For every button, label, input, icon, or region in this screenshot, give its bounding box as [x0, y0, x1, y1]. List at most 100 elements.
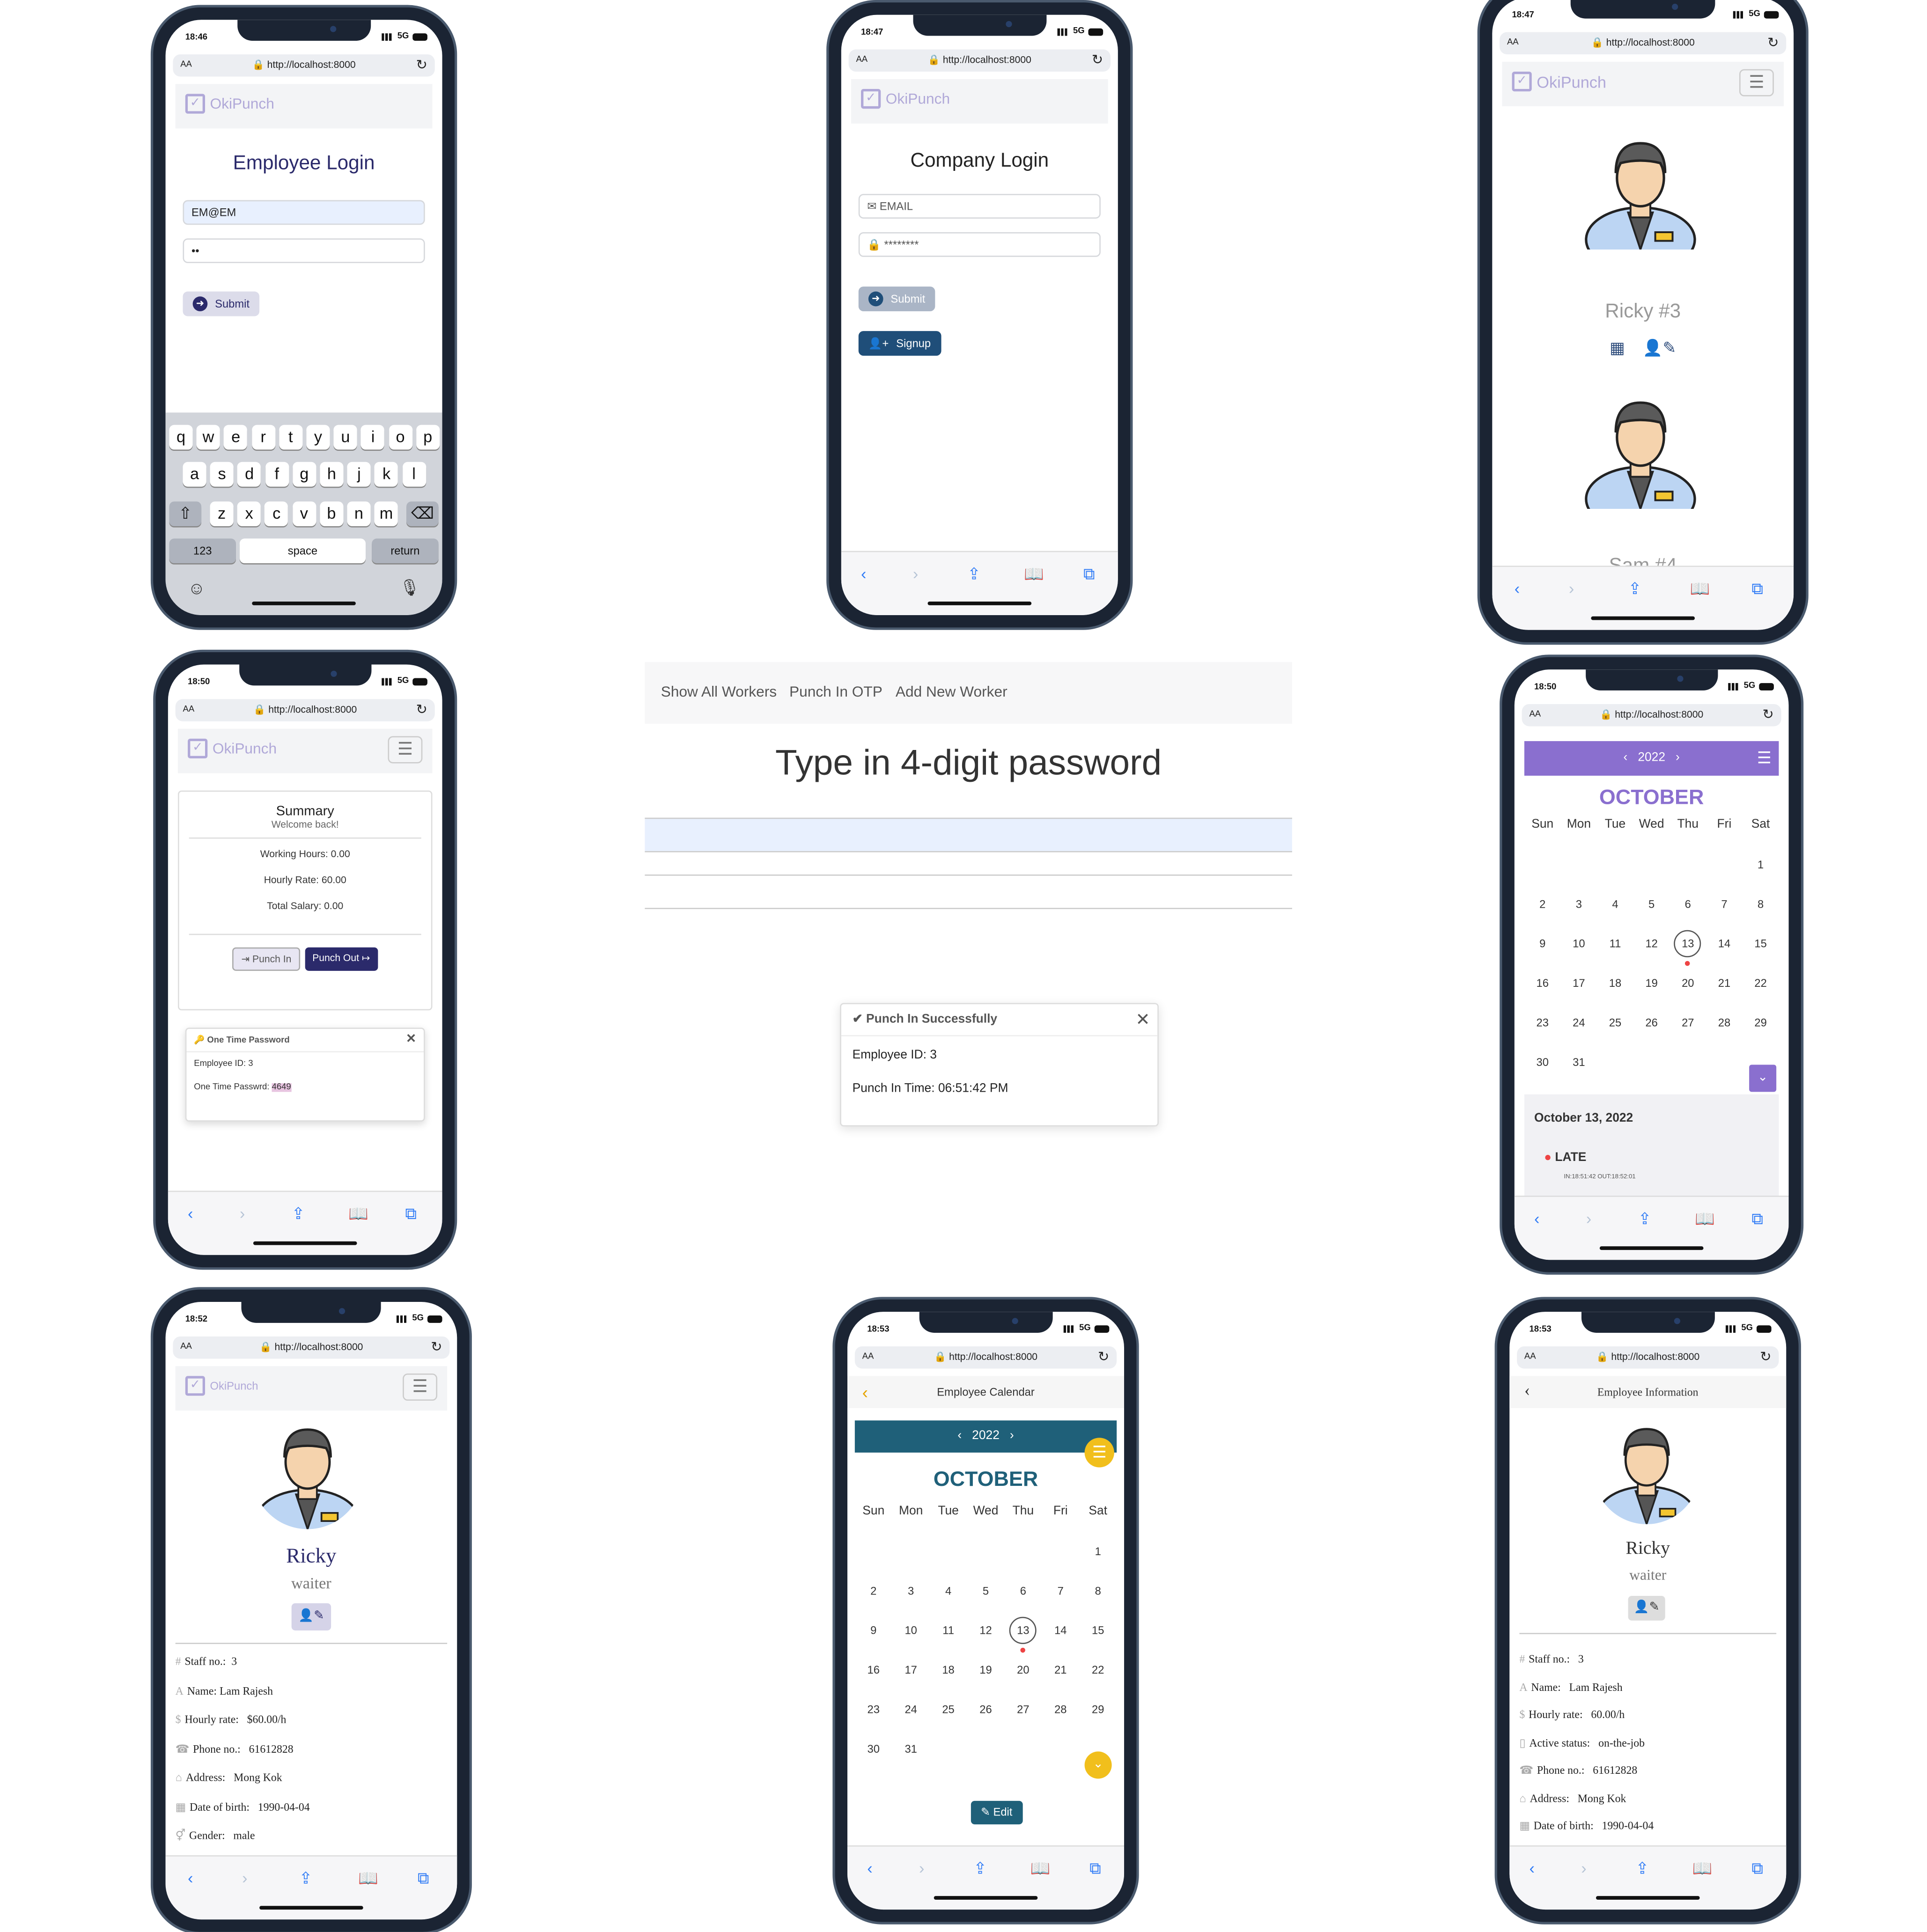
- submit-button[interactable]: ➜ Submit: [858, 286, 935, 311]
- back-icon[interactable]: ‹: [188, 1869, 193, 1888]
- forward-icon[interactable]: ›: [1586, 1209, 1591, 1228]
- calendar-day[interactable]: 24: [1561, 1008, 1597, 1047]
- key-l[interactable]: l: [402, 462, 426, 487]
- user-edit-icon[interactable]: 👤✎: [1643, 338, 1676, 357]
- calendar-day[interactable]: 25: [930, 1695, 967, 1734]
- address-bar[interactable]: AA 🔒 http://localhost:8000 ↻: [854, 1346, 1117, 1369]
- calendar-day[interactable]: 23: [855, 1695, 892, 1734]
- share-icon[interactable]: ⇪: [967, 565, 981, 584]
- calendar-day[interactable]: 22: [1079, 1655, 1117, 1695]
- calendar-day[interactable]: 6: [1670, 889, 1706, 929]
- back-icon[interactable]: ‹: [861, 565, 866, 583]
- address-bar[interactable]: AA 🔒 http://localhost:8000 ↻: [1500, 32, 1787, 55]
- calendar-day[interactable]: 26: [967, 1695, 1005, 1734]
- space-key[interactable]: space: [239, 538, 366, 564]
- calendar-day[interactable]: 21: [1042, 1655, 1079, 1695]
- calendar-day[interactable]: 20: [1670, 969, 1706, 1008]
- calendar-day[interactable]: 22: [1743, 969, 1779, 1008]
- forward-icon[interactable]: ›: [242, 1869, 247, 1888]
- reload-icon[interactable]: ↻: [416, 702, 427, 718]
- nav-add-new-worker[interactable]: Add New Worker: [896, 683, 1008, 700]
- bookmarks-icon[interactable]: 📖: [358, 1869, 378, 1888]
- chevron-down-icon[interactable]: ⌄: [1749, 1065, 1777, 1092]
- key-w[interactable]: w: [197, 425, 221, 450]
- signup-button[interactable]: 👤+ Signup: [858, 331, 941, 356]
- chevron-down-icon[interactable]: ⌄: [1084, 1751, 1112, 1779]
- tabs-icon[interactable]: ⧉: [1751, 1209, 1763, 1229]
- key-z[interactable]: z: [210, 501, 234, 527]
- worker-avatar[interactable]: [1581, 390, 1699, 533]
- calendar-day[interactable]: 11: [1597, 929, 1633, 968]
- edit-button[interactable]: ✎ Edit: [971, 1800, 1022, 1825]
- brand-logo[interactable]: ✓ OkiPunch: [188, 738, 277, 759]
- calendar-day[interactable]: 1: [1079, 1536, 1117, 1576]
- menu-icon[interactable]: ☰: [1757, 741, 1772, 776]
- worker-name[interactable]: Ricky #3: [1492, 301, 1794, 323]
- reload-icon[interactable]: ↻: [1763, 706, 1774, 723]
- calendar-day[interactable]: 18: [930, 1655, 967, 1695]
- calendar-day[interactable]: 4: [930, 1576, 967, 1616]
- calendar-day[interactable]: 19: [967, 1655, 1005, 1695]
- email-field[interactable]: ✉ EMAIL: [858, 194, 1101, 219]
- back-icon[interactable]: ‹: [188, 1205, 193, 1223]
- key-a[interactable]: a: [183, 462, 206, 487]
- forward-icon[interactable]: ›: [1581, 1859, 1586, 1878]
- submit-button[interactable]: ➜ Submit: [183, 291, 260, 316]
- key-j[interactable]: j: [347, 462, 371, 487]
- calendar-day[interactable]: 12: [1633, 929, 1670, 968]
- email-field[interactable]: EM@EM: [183, 200, 425, 225]
- password-field[interactable]: ••: [183, 238, 425, 264]
- brand-logo[interactable]: ✓ OkiPunch: [185, 94, 274, 114]
- back-icon[interactable]: ‹: [1534, 1209, 1539, 1228]
- brand-logo[interactable]: ✓ OkiPunch: [861, 88, 950, 109]
- punch-out-button[interactable]: Punch Out ↦: [305, 947, 378, 971]
- forward-icon[interactable]: ›: [1569, 579, 1574, 598]
- bookmarks-icon[interactable]: 📖: [348, 1205, 368, 1224]
- calendar-day[interactable]: 17: [892, 1655, 930, 1695]
- reload-icon[interactable]: ↻: [1767, 35, 1779, 51]
- key-r[interactable]: r: [251, 425, 275, 450]
- calendar-day[interactable]: 28: [1042, 1695, 1079, 1734]
- calendar-day[interactable]: 7: [1706, 889, 1743, 929]
- shift-key[interactable]: ⇧: [169, 501, 202, 527]
- key-e[interactable]: e: [224, 425, 248, 450]
- key-m[interactable]: m: [374, 501, 398, 527]
- share-icon[interactable]: ⇪: [973, 1859, 987, 1879]
- calendar-day[interactable]: 24: [892, 1695, 930, 1734]
- punch-in-button[interactable]: ⇥ Punch In: [232, 947, 300, 971]
- key-f[interactable]: f: [265, 462, 289, 487]
- chevron-right-icon[interactable]: ›: [1676, 751, 1680, 764]
- calendar-day[interactable]: 29: [1743, 1008, 1779, 1047]
- brand-logo[interactable]: ✓ OkiPunch: [1512, 72, 1606, 92]
- calendar-day[interactable]: 15: [1079, 1616, 1117, 1655]
- password-field[interactable]: 🔒 ********: [858, 232, 1101, 257]
- calendar-day[interactable]: 14: [1706, 929, 1743, 968]
- bookmarks-icon[interactable]: 📖: [1030, 1859, 1051, 1879]
- tabs-icon[interactable]: ⧉: [405, 1205, 417, 1224]
- microphone-icon[interactable]: 🎙: [400, 578, 420, 598]
- calendar-day[interactable]: 23: [1524, 1008, 1561, 1047]
- calendar-day[interactable]: 30: [855, 1734, 892, 1773]
- calendar-day[interactable]: 17: [1561, 969, 1597, 1008]
- edit-user-icon[interactable]: 👤✎: [291, 1603, 331, 1631]
- calendar-day[interactable]: 1: [1743, 850, 1779, 889]
- share-icon[interactable]: ⇪: [299, 1869, 313, 1888]
- bookmarks-icon[interactable]: 📖: [1692, 1859, 1713, 1879]
- reload-icon[interactable]: ↻: [431, 1339, 442, 1355]
- calendar-day[interactable]: 3: [1561, 889, 1597, 929]
- reload-icon[interactable]: ↻: [416, 57, 427, 73]
- calendar-day[interactable]: 31: [1561, 1047, 1597, 1087]
- key-t[interactable]: t: [279, 425, 302, 450]
- calendar-day[interactable]: 5: [1633, 889, 1670, 929]
- share-icon[interactable]: ⇪: [1628, 579, 1642, 599]
- key-h[interactable]: h: [320, 462, 344, 487]
- key-x[interactable]: x: [237, 501, 261, 527]
- calendar-day[interactable]: 7: [1042, 1576, 1079, 1616]
- key-v[interactable]: v: [292, 501, 316, 527]
- calendar-day[interactable]: 4: [1597, 889, 1633, 929]
- key-p[interactable]: p: [416, 425, 440, 450]
- key-q[interactable]: q: [169, 425, 193, 450]
- calendar-day[interactable]: 27: [1670, 1008, 1706, 1047]
- nav-show-all-workers[interactable]: Show All Workers: [661, 683, 777, 700]
- key-g[interactable]: g: [292, 462, 316, 487]
